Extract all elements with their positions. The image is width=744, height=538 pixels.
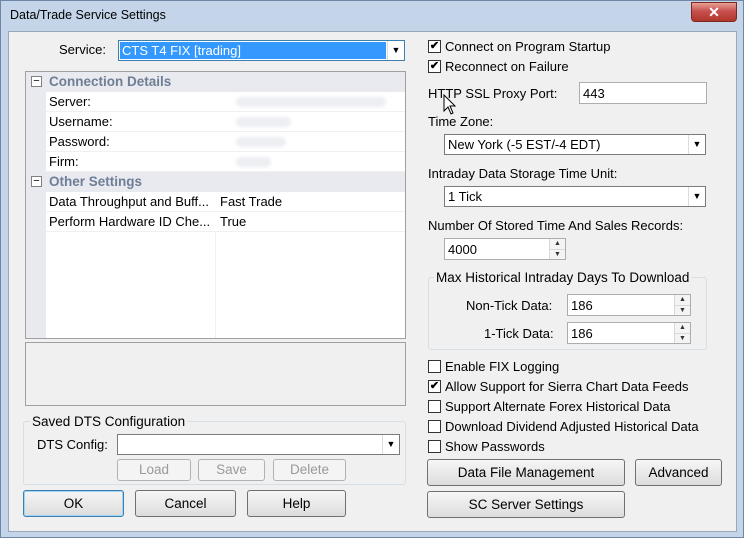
close-button[interactable]: ✕: [691, 2, 737, 22]
row-key: Server:: [49, 94, 91, 109]
chevron-down-icon[interactable]: ▼: [387, 41, 404, 60]
service-select[interactable]: CTS T4 FIX [trading] ▼: [118, 40, 405, 61]
category-name: Other Settings: [49, 174, 143, 189]
dividend-adjusted-label[interactable]: Download Dividend Adjusted Historical Da…: [445, 419, 699, 434]
grid-row-data-throughput[interactable]: Data Throughput and Buff... Fast Trade: [46, 192, 405, 212]
advanced-button[interactable]: Advanced: [635, 459, 722, 486]
non-tick-label: Non-Tick Data:: [466, 298, 553, 313]
stored-records-label: Number Of Stored Time And Sales Records:: [428, 218, 684, 233]
property-description-pane: [25, 342, 406, 406]
intraday-unit-label: Intraday Data Storage Time Unit:: [428, 166, 618, 181]
load-button[interactable]: Load: [117, 459, 191, 481]
category-connection-details[interactable]: − Connection Details: [26, 72, 405, 92]
property-grid: − Connection Details Server: Username: P…: [25, 71, 406, 339]
redacted-value: [236, 157, 271, 167]
service-label: Service:: [59, 42, 106, 57]
help-button[interactable]: Help: [247, 490, 346, 517]
collapse-icon[interactable]: −: [31, 76, 42, 87]
one-tick-spinner[interactable]: ▲ ▼: [674, 323, 690, 343]
enable-fix-logging-checkbox[interactable]: [428, 360, 441, 373]
dialog-client-area: Service: CTS T4 FIX [trading] ▼ − Connec…: [8, 31, 737, 532]
one-tick-value: 186: [571, 326, 593, 341]
sc-server-settings-button[interactable]: SC Server Settings: [427, 491, 625, 518]
connect-on-startup-label[interactable]: Connect on Program Startup: [445, 39, 610, 54]
time-zone-value: New York (-5 EST/-4 EDT): [448, 137, 601, 152]
delete-button[interactable]: Delete: [273, 459, 346, 481]
alternate-forex-checkbox[interactable]: [428, 400, 441, 413]
http-ssl-proxy-value: 443: [583, 86, 605, 101]
saved-dts-group-title: Saved DTS Configuration: [30, 414, 188, 429]
one-tick-input[interactable]: 186 ▲ ▼: [567, 322, 691, 344]
dts-config-label: DTS Config:: [37, 437, 108, 452]
grid-row-password[interactable]: Password:: [46, 132, 405, 152]
cancel-button[interactable]: Cancel: [135, 490, 236, 517]
category-name: Connection Details: [49, 74, 172, 89]
service-select-value: CTS T4 FIX [trading]: [120, 42, 386, 59]
close-icon: ✕: [708, 4, 720, 20]
row-key: Firm:: [49, 154, 79, 169]
intraday-unit-value: 1 Tick: [448, 189, 482, 204]
redacted-value: [236, 117, 291, 127]
arrow-cursor-icon: [443, 94, 457, 115]
enable-fix-logging-label[interactable]: Enable FIX Logging: [445, 359, 559, 374]
data-file-management-button[interactable]: Data File Management: [427, 459, 625, 486]
row-value: Fast Trade: [220, 194, 283, 209]
row-key: Perform Hardware ID Che...: [49, 214, 211, 229]
one-tick-label: 1-Tick Data:: [484, 326, 554, 341]
settings-window: Data/Trade Service Settings ✕ Service: C…: [0, 0, 744, 538]
spin-up-icon[interactable]: ▲: [550, 239, 565, 249]
non-tick-value: 186: [571, 298, 593, 313]
spin-up-icon[interactable]: ▲: [675, 295, 690, 305]
row-key: Username:: [49, 114, 113, 129]
stored-records-input[interactable]: 4000 ▲ ▼: [444, 238, 566, 260]
row-value: True: [220, 214, 247, 229]
reconnect-on-failure-label[interactable]: Reconnect on Failure: [445, 59, 569, 74]
save-button[interactable]: Save: [198, 459, 265, 481]
grid-row-firm[interactable]: Firm:: [46, 152, 405, 172]
collapse-icon[interactable]: −: [31, 176, 42, 187]
stored-records-value: 4000: [448, 242, 477, 257]
ok-button[interactable]: OK: [23, 490, 124, 517]
connect-on-startup-checkbox[interactable]: ✔: [428, 40, 441, 53]
allow-sierra-feeds-checkbox[interactable]: ✔: [428, 380, 441, 393]
chevron-down-icon[interactable]: ▼: [688, 135, 705, 154]
row-key: Data Throughput and Buff...: [49, 194, 209, 209]
grid-margin: [26, 72, 46, 338]
time-zone-select[interactable]: New York (-5 EST/-4 EDT) ▼: [444, 134, 706, 155]
window-title: Data/Trade Service Settings: [10, 8, 166, 22]
spin-down-icon[interactable]: ▼: [550, 249, 565, 259]
chevron-down-icon[interactable]: ▼: [688, 187, 705, 206]
spin-down-icon[interactable]: ▼: [675, 305, 690, 315]
spin-up-icon[interactable]: ▲: [675, 323, 690, 333]
chevron-down-icon[interactable]: ▼: [382, 435, 399, 454]
alternate-forex-label[interactable]: Support Alternate Forex Historical Data: [445, 399, 670, 414]
stored-records-spinner[interactable]: ▲ ▼: [549, 239, 565, 259]
category-other-settings[interactable]: − Other Settings: [26, 172, 405, 192]
time-zone-label: Time Zone:: [428, 114, 494, 129]
non-tick-spinner[interactable]: ▲ ▼: [674, 295, 690, 315]
grid-row-server[interactable]: Server:: [46, 92, 405, 112]
grid-row-username[interactable]: Username:: [46, 112, 405, 132]
reconnect-on-failure-checkbox[interactable]: ✔: [428, 60, 441, 73]
redacted-value: [236, 137, 286, 147]
show-passwords-label[interactable]: Show Passwords: [445, 439, 545, 454]
dts-config-select[interactable]: ▼: [117, 434, 400, 455]
intraday-unit-select[interactable]: 1 Tick ▼: [444, 186, 706, 207]
redacted-value: [236, 97, 386, 107]
allow-sierra-feeds-label[interactable]: Allow Support for Sierra Chart Data Feed…: [445, 379, 689, 394]
http-ssl-proxy-input[interactable]: 443: [579, 82, 707, 104]
dividend-adjusted-checkbox[interactable]: [428, 420, 441, 433]
max-hist-group-title: Max Historical Intraday Days To Download: [434, 270, 692, 285]
spin-down-icon[interactable]: ▼: [675, 333, 690, 343]
grid-column-divider: [215, 232, 216, 338]
non-tick-input[interactable]: 186 ▲ ▼: [567, 294, 691, 316]
row-key: Password:: [49, 134, 110, 149]
show-passwords-checkbox[interactable]: [428, 440, 441, 453]
title-bar[interactable]: Data/Trade Service Settings ✕: [1, 1, 743, 31]
grid-row-hardware-id[interactable]: Perform Hardware ID Che... True: [46, 212, 405, 232]
